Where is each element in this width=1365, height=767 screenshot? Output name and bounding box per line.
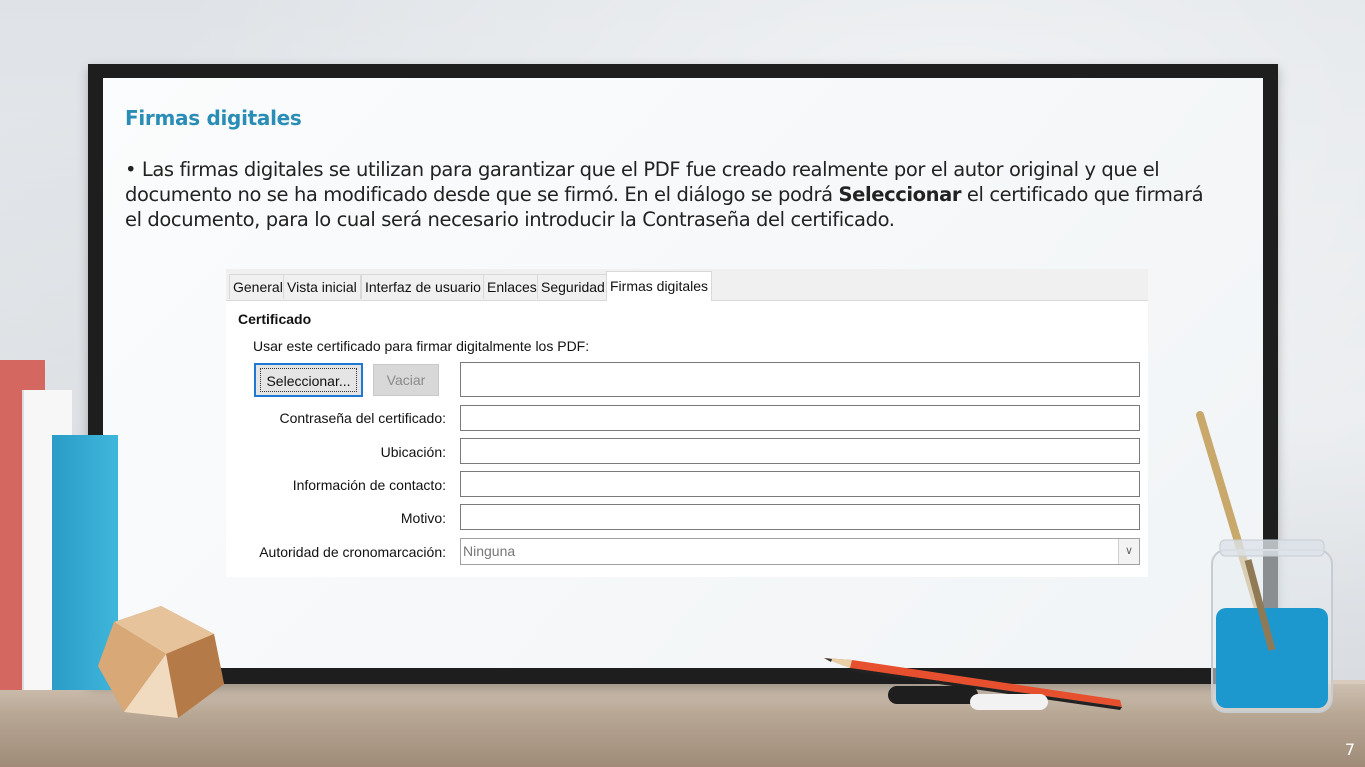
tsa-selected-value: Ninguna [463, 543, 516, 559]
tsa-select[interactable]: Ninguna ∨ [460, 538, 1140, 565]
reason-label: Motivo: [400, 510, 446, 526]
tab-vista-inicial[interactable]: Vista inicial [283, 274, 361, 299]
contact-info-field[interactable] [460, 471, 1140, 497]
certificate-field[interactable] [460, 362, 1140, 397]
tab-general[interactable]: General [229, 274, 287, 299]
tab-enlaces[interactable]: Enlaces [483, 274, 541, 299]
certificate-section-title: Certificado [238, 311, 312, 327]
password-label: Contraseña del certificado: [279, 410, 446, 426]
slide-paragraph: • Las firmas digitales se utilizan para … [125, 157, 1215, 232]
location-field[interactable] [460, 438, 1140, 464]
tab-bar: General Vista inicial Interfaz de usuari… [226, 269, 1148, 301]
password-field[interactable] [460, 405, 1140, 431]
clear-button: Vaciar [373, 364, 439, 396]
tsa-label: Autoridad de cronomarcación: [259, 544, 446, 560]
paint-jar-icon [1196, 411, 1333, 713]
chevron-down-icon[interactable]: ∨ [1118, 539, 1139, 564]
slide-title: Firmas digitales [125, 106, 302, 130]
paragraph-bold: Seleccionar [838, 183, 962, 206]
tab-interfaz-usuario[interactable]: Interfaz de usuario [361, 274, 485, 299]
page-number: 7 [1344, 740, 1355, 759]
tab-firmas-digitales[interactable]: Firmas digitales [606, 271, 713, 301]
eraser [970, 694, 1048, 710]
location-label: Ubicación: [380, 444, 446, 460]
tab-seguridad[interactable]: Seguridad [537, 274, 609, 299]
marker [888, 686, 978, 704]
reason-field[interactable] [460, 504, 1140, 530]
select-certificate-button[interactable]: Seleccionar... [254, 363, 363, 397]
wooden-polyhedron-icon [98, 606, 224, 718]
pdf-options-dialog: General Vista inicial Interfaz de usuari… [226, 269, 1148, 577]
contact-info-label: Información de contacto: [292, 477, 446, 493]
use-certificate-label: Usar este certificado para firmar digita… [253, 338, 590, 354]
select-button-label: Seleccionar... [260, 368, 357, 392]
